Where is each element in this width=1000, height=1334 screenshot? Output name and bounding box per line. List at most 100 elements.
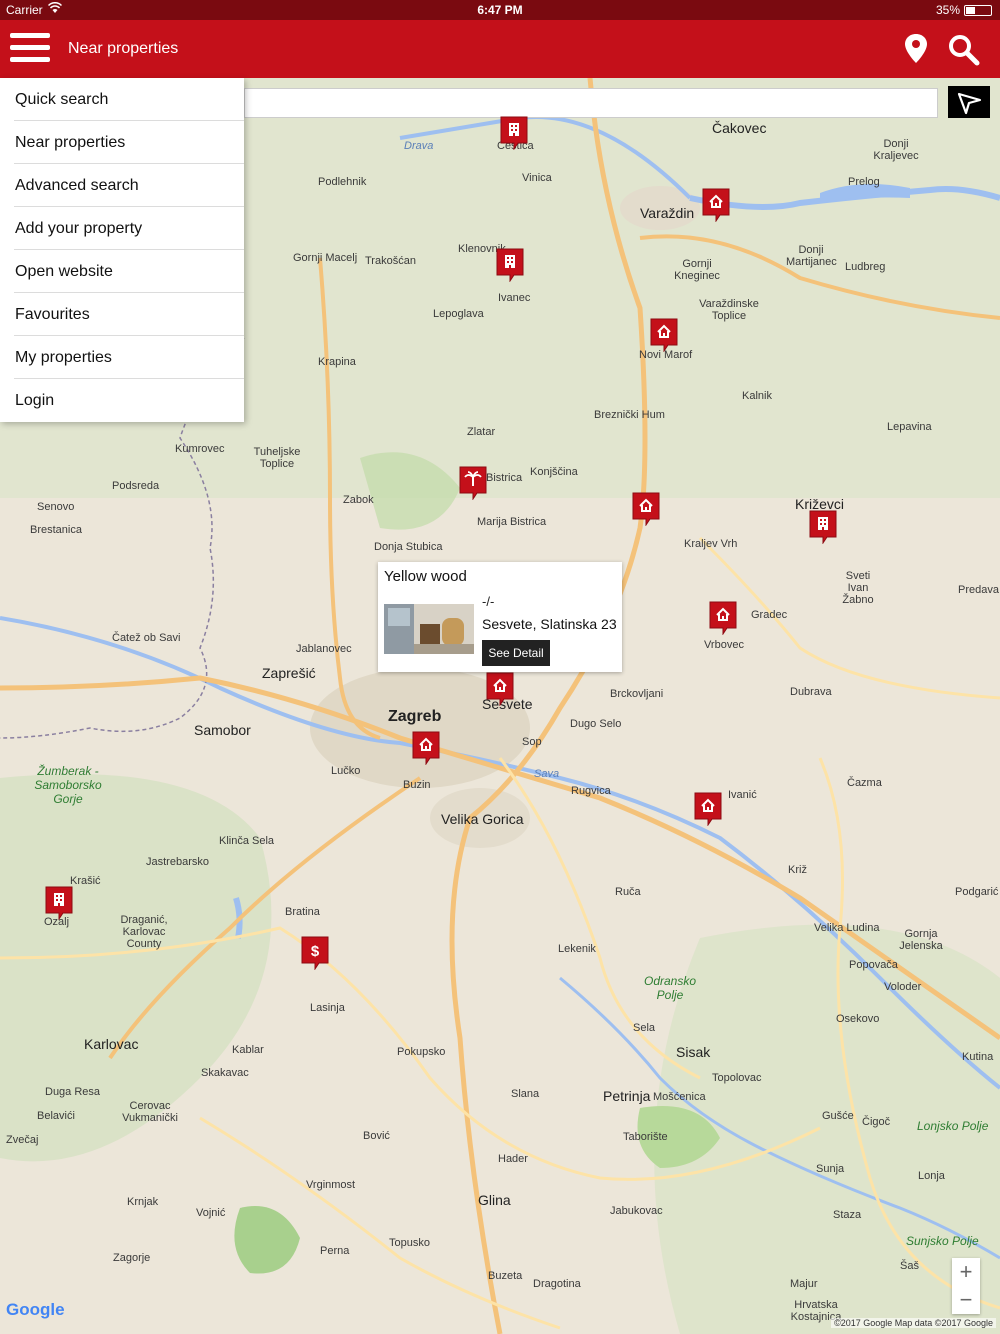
menu-item-near-properties[interactable]: Near properties xyxy=(14,121,244,164)
map-label: Senovo xyxy=(37,501,75,513)
zoom-out-button[interactable]: − xyxy=(952,1286,980,1314)
map-label: Lonja xyxy=(918,1170,945,1182)
map-label: Kraljev Vrh xyxy=(684,538,738,550)
marker-building[interactable] xyxy=(496,248,524,283)
menu-item-my-properties[interactable]: My properties xyxy=(14,336,244,379)
menu-item-advanced-search[interactable]: Advanced search xyxy=(14,164,244,207)
search-icon[interactable] xyxy=(946,32,982,66)
map-label: Krnjak xyxy=(127,1196,159,1208)
map-label: Hader xyxy=(498,1153,528,1165)
map-label: Skakavac xyxy=(201,1067,249,1079)
map-label: Staza xyxy=(833,1209,862,1221)
map-label: Rugvica xyxy=(571,785,611,797)
map-label: Osekovo xyxy=(836,1013,880,1025)
map-label: Topolovac xyxy=(712,1072,762,1084)
map-label: Kalnik xyxy=(742,390,772,402)
location-pin-icon[interactable] xyxy=(900,32,932,66)
map-label: Sunjsko Polje xyxy=(906,1234,979,1248)
marker-house[interactable] xyxy=(694,792,722,827)
map-label: Zagreb xyxy=(388,708,442,725)
map-search-input[interactable] xyxy=(244,88,938,118)
map-label: Krašić xyxy=(70,875,101,887)
map-label: Čatež ob Savi xyxy=(112,632,181,644)
map-label: Tuheljske Toplice xyxy=(253,446,301,470)
marker-house[interactable] xyxy=(709,601,737,636)
map-label: Vrginmost xyxy=(306,1179,356,1191)
map-label: Trakošćan xyxy=(365,255,416,267)
map-label: Varaždin xyxy=(640,205,695,221)
map-label: Gornji Macelj xyxy=(293,252,358,264)
zoom-in-button[interactable]: + xyxy=(952,1258,980,1286)
menu-item-favourites[interactable]: Favourites xyxy=(14,293,244,336)
map-label: Čigoč xyxy=(862,1116,891,1128)
navigation-arrow-icon[interactable] xyxy=(948,86,990,118)
map-label: Kutina xyxy=(962,1051,994,1063)
map-label: Vrbovec xyxy=(704,639,744,651)
map-label: Gušće xyxy=(822,1110,854,1122)
map-label: Zagorje xyxy=(113,1252,151,1264)
marker-house[interactable] xyxy=(412,731,440,766)
map-label: Glina xyxy=(478,1192,511,1208)
see-detail-button[interactable]: See Detail xyxy=(482,640,550,666)
map-label: Ludbreg xyxy=(845,261,886,273)
map-label: Lepavina xyxy=(887,421,932,433)
map-label: Zabok xyxy=(343,494,374,506)
marker-building[interactable] xyxy=(500,116,528,151)
map-label: Sava xyxy=(534,768,560,780)
map-label: Karlovac xyxy=(84,1036,139,1052)
map-label: Samobor xyxy=(194,722,251,738)
svg-text:$: $ xyxy=(311,943,320,960)
map-label: Predava xyxy=(958,584,999,596)
marker-dollar[interactable]: $ xyxy=(301,936,329,971)
building-icon xyxy=(54,893,64,906)
menu-item-quick-search[interactable]: Quick search xyxy=(14,78,244,121)
marker-house[interactable] xyxy=(650,318,678,353)
google-logo: Google xyxy=(6,1300,65,1319)
hamburger-menu-icon[interactable] xyxy=(10,33,50,65)
battery-percent: 35% xyxy=(935,3,960,17)
map-label: Gradec xyxy=(751,609,788,621)
menu-item-add-property[interactable]: Add your property xyxy=(14,207,244,250)
map-label: Podlehnik xyxy=(318,176,367,188)
map-label: Jabukovac xyxy=(610,1205,663,1217)
map-label: Žumberak - Samoborsko Gorje xyxy=(34,764,102,806)
map-label: Brckovljani xyxy=(610,688,664,700)
map-label: Sveti Ivan Žabno xyxy=(842,570,874,606)
map-label: Donji Martijanec xyxy=(786,244,837,268)
marker-palm[interactable] xyxy=(459,466,487,501)
map-label: Perna xyxy=(320,1245,350,1257)
menu-item-login[interactable]: Login xyxy=(14,379,244,422)
map-label: Podsreda xyxy=(112,480,160,492)
marker-house[interactable] xyxy=(632,492,660,527)
map-label: Prelog xyxy=(848,176,880,188)
map-label: Gornji Kneginec xyxy=(674,258,720,282)
map-label: Topusko xyxy=(389,1237,430,1249)
map-label: Zvečaj xyxy=(6,1134,39,1146)
map-label: Odransko Polje xyxy=(643,974,697,1002)
marker-building[interactable] xyxy=(809,510,837,545)
map-label: Slana xyxy=(511,1088,540,1100)
marker-house[interactable] xyxy=(486,672,514,707)
map-label: Jablanovec xyxy=(296,643,352,655)
menu-item-open-website[interactable]: Open website xyxy=(14,250,244,293)
map-label: Buzin xyxy=(403,779,431,791)
map-label: Zlatar xyxy=(467,426,496,438)
map-label: Čazma xyxy=(847,777,882,789)
property-price: -/- xyxy=(482,594,495,609)
map-label: Voloder xyxy=(884,981,922,993)
map-attribution[interactable]: ©2017 Google Map data ©2017 Google xyxy=(831,1318,996,1328)
map-label: Vojnić xyxy=(196,1207,226,1219)
marker-house[interactable] xyxy=(702,188,730,223)
property-name: Yellow wood xyxy=(384,568,467,585)
map-label: Taborište xyxy=(623,1131,668,1143)
map-label: Lonjsko Polje xyxy=(917,1119,989,1133)
marker-building[interactable] xyxy=(45,886,73,921)
property-thumbnail[interactable] xyxy=(384,604,474,654)
zoom-controls: + − xyxy=(952,1258,980,1314)
map-label: Sisak xyxy=(676,1044,711,1060)
map-label: Čakovec xyxy=(712,120,767,136)
building-icon xyxy=(509,123,519,136)
map-label: Duga Resa xyxy=(45,1086,101,1098)
map-label: Dugo Selo xyxy=(570,718,622,730)
property-info-window[interactable]: Yellow wood -/- Sesvete, Slatinska 23 Se… xyxy=(378,562,622,672)
